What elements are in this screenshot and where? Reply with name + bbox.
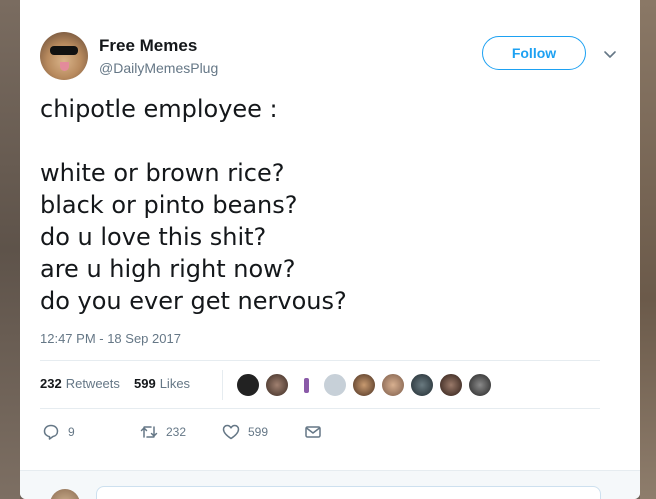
tweet-header: Free Memes @DailyMemesPlug Follow — [40, 32, 620, 82]
retweets-count: 232 — [40, 376, 62, 391]
likes-label: Likes — [159, 376, 191, 391]
background-right — [640, 0, 656, 499]
liker-avatar[interactable] — [468, 373, 492, 397]
chevron-down-icon[interactable] — [602, 46, 618, 62]
stats-separator — [222, 370, 223, 400]
author-handle[interactable]: @DailyMemesPlug — [99, 60, 218, 76]
liker-avatar[interactable] — [352, 373, 376, 397]
reply-bar — [20, 470, 640, 499]
tweet-stats: 232 Retweets 599 Likes — [40, 362, 600, 408]
reply-input[interactable] — [96, 486, 601, 499]
retweets-stat[interactable]: 232 Retweets — [40, 376, 120, 391]
liker-avatar[interactable] — [294, 373, 318, 397]
sunglasses-graphic — [50, 46, 78, 55]
divider — [40, 408, 600, 409]
background-left — [0, 0, 20, 499]
author-display-name[interactable]: Free Memes — [99, 36, 197, 56]
current-user-avatar — [50, 489, 80, 499]
tweet-text-line: white or brown rice? — [40, 159, 285, 187]
likes-stat[interactable]: 599 Likes — [134, 376, 190, 391]
tweet-text-line — [40, 125, 620, 157]
like-action[interactable]: 599 — [222, 420, 268, 444]
retweet-icon — [140, 426, 158, 438]
liker-avatar[interactable] — [236, 373, 260, 397]
retweet-count: 232 — [166, 425, 187, 439]
liker-avatar[interactable] — [410, 373, 434, 397]
divider — [40, 360, 600, 361]
tweet-text: chipotle employee : white or brown rice?… — [40, 93, 620, 317]
author-avatar[interactable] — [40, 32, 88, 80]
message-action[interactable] — [304, 420, 322, 444]
likes-count: 599 — [134, 376, 156, 391]
tweet-actions: 9 232 599 — [40, 420, 600, 444]
heart-icon — [222, 424, 240, 440]
reply-action[interactable]: 9 — [42, 420, 75, 444]
tweet-text-line: do you ever get nervous? — [40, 287, 347, 315]
liker-avatar[interactable] — [439, 373, 463, 397]
liker-avatar[interactable] — [265, 373, 289, 397]
reply-icon — [43, 424, 59, 440]
tweet-card: Free Memes @DailyMemesPlug Follow chipot… — [20, 0, 640, 499]
tweet-text-line: do u love this shit? — [40, 223, 267, 251]
tweet-text-line: are u high right now? — [40, 255, 296, 283]
retweets-label: Retweets — [65, 376, 120, 391]
reply-count: 9 — [68, 425, 75, 439]
tweet-text-line: black or pinto beans? — [40, 191, 298, 219]
like-count: 599 — [248, 425, 269, 439]
liker-avatar[interactable] — [381, 373, 405, 397]
tweet-text-line: chipotle employee : — [40, 95, 278, 123]
follow-button[interactable]: Follow — [482, 36, 586, 70]
liker-avatar[interactable] — [323, 373, 347, 397]
envelope-icon — [305, 426, 321, 438]
tongue-graphic — [60, 62, 69, 71]
tweet-timestamp[interactable]: 12:47 PM - 18 Sep 2017 — [40, 331, 181, 346]
retweet-action[interactable]: 232 — [140, 420, 186, 444]
